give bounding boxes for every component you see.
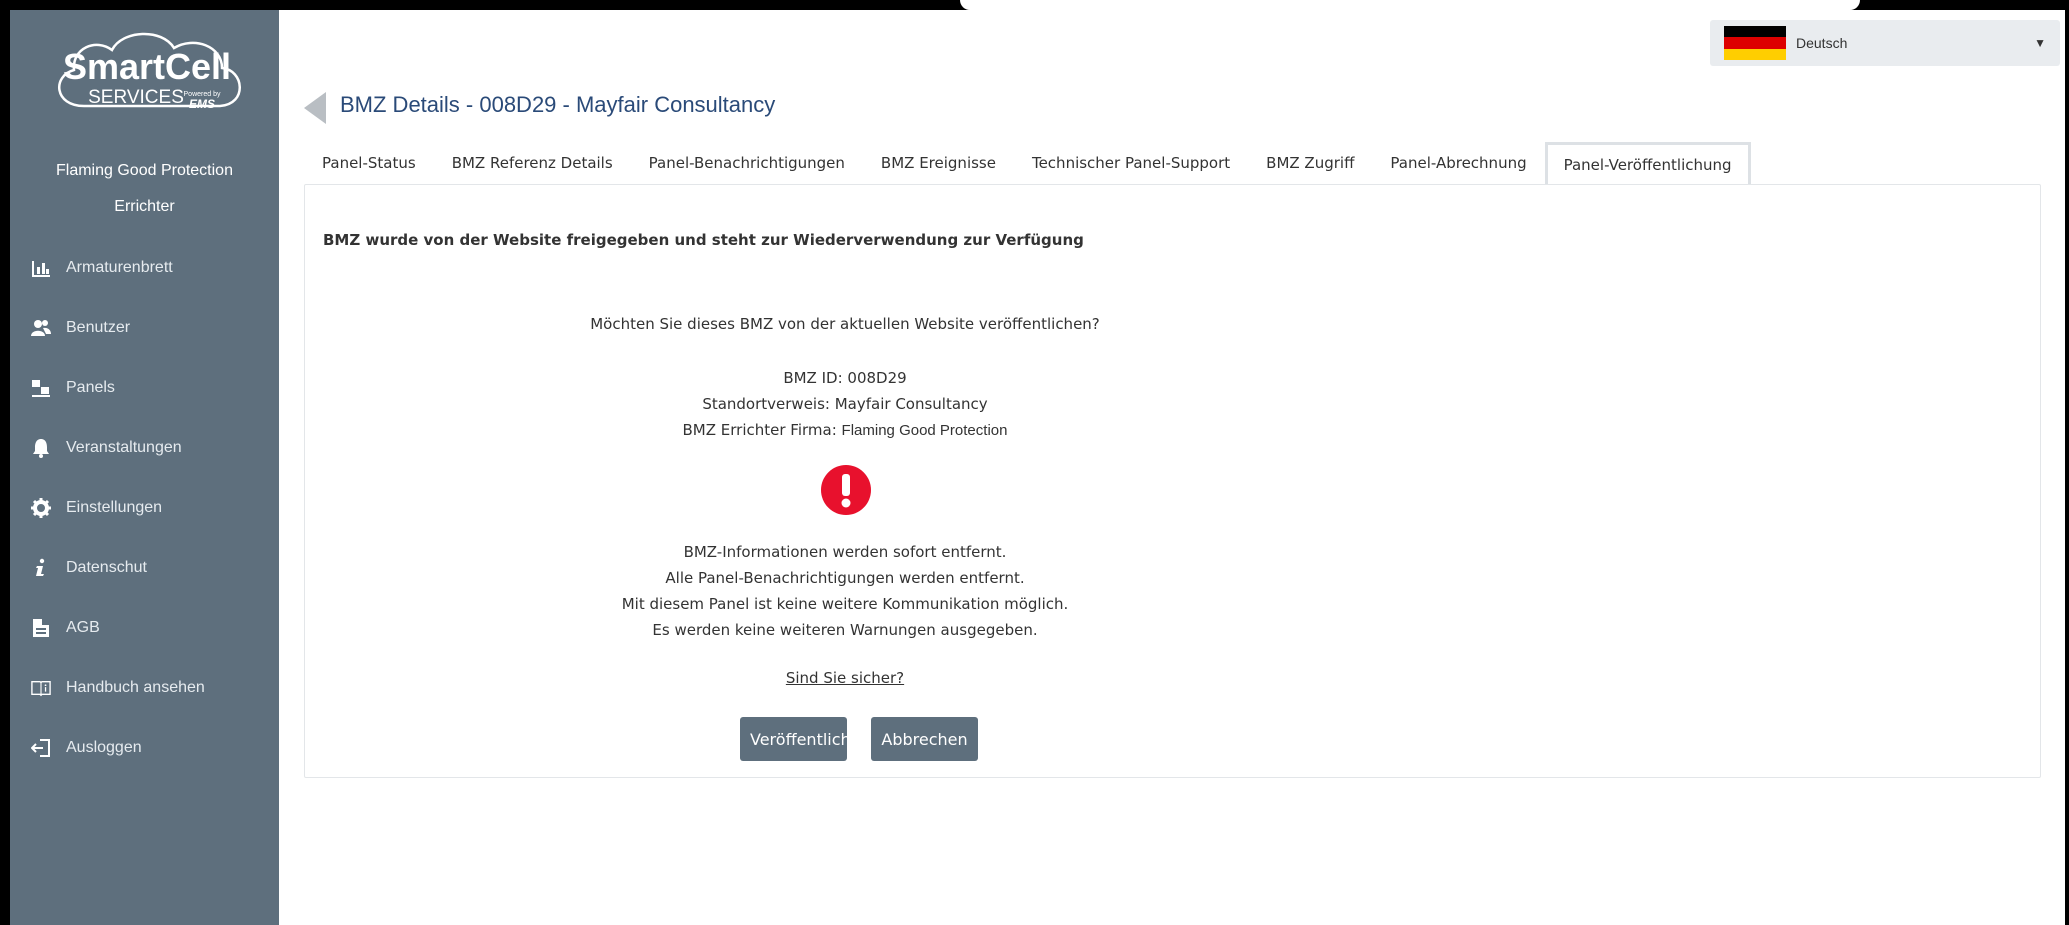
sidebar-item-label: Ausloggen (66, 739, 142, 756)
tab-panel-benachrichtigungen[interactable]: Panel-Benachrichtigungen (631, 142, 863, 184)
warning-line: BMZ-Informationen werden sofort entfernt… (683, 543, 1007, 561)
window-frame-left (0, 0, 10, 925)
publish-panel: BMZ wurde von der Website freigegeben un… (304, 184, 2041, 778)
sidebar-item-label: Armaturenbrett (66, 259, 173, 276)
sidebar-item-armaturenbrett[interactable]: Armaturenbrett (10, 238, 279, 298)
confirm-question: Sind Sie sicher? (785, 669, 905, 687)
manual-book-icon (30, 677, 52, 699)
user-role: Errichter (114, 198, 175, 215)
logout-icon (30, 737, 52, 759)
publish-button[interactable]: Veröffentlichen (740, 717, 847, 761)
sidebar-item-label: Einstellungen (66, 499, 163, 516)
back-arrow-icon[interactable] (304, 92, 326, 124)
tab-bmz-zugriff[interactable]: BMZ Zugriff (1248, 142, 1372, 184)
installer-label: BMZ Errichter Firma: (682, 421, 842, 439)
sidebar-item-agb[interactable]: AGB (10, 598, 279, 658)
sidebar-item-label: Panels (66, 379, 115, 396)
tab-panel-abrechnung[interactable]: Panel-Abrechnung (1372, 142, 1544, 184)
info-icon (30, 557, 52, 579)
bmz-id: BMZ ID: 008D29 (783, 369, 907, 387)
logo-main-text: SmartCell (63, 46, 231, 87)
tab-panel-veroeffentlichung[interactable]: Panel-Veröffentlichung (1544, 142, 1751, 184)
sidebar-item-label: Veranstaltungen (66, 439, 182, 456)
warning-line: Mit diesem Panel ist keine weitere Kommu… (621, 595, 1069, 613)
sidebar-item-einstellungen[interactable]: Einstellungen (10, 478, 279, 538)
bell-icon (30, 437, 52, 459)
company-name: Flaming Good Protection (56, 162, 233, 179)
sidebar: SmartCell SERVICES Powered by EMS Flamin… (10, 10, 279, 925)
sidebar-item-label: AGB (66, 619, 100, 636)
document-icon (30, 617, 52, 639)
bmz-info-block: BMZ ID: 008D29 Standortverweis: Mayfair … (505, 365, 1185, 444)
language-select[interactable]: Deutsch ▼ (1710, 20, 2060, 66)
dashboard-chart-icon (30, 257, 52, 279)
sidebar-nav: Armaturenbrett Benutzer Panels Veranstal… (10, 238, 279, 778)
gear-icon (30, 497, 52, 519)
language-select-value: Deutsch (1796, 35, 1848, 51)
germany-flag-icon (1724, 26, 1786, 60)
sidebar-item-label: Benutzer (66, 319, 131, 336)
warning-line: Alle Panel-Benachrichtigungen werden ent… (665, 569, 1025, 587)
sidebar-item-datenschut[interactable]: Datenschut (10, 538, 279, 598)
window-frame-right (2065, 0, 2069, 925)
panels-icon (30, 377, 52, 399)
publish-question: Möchten Sie dieses BMZ von der aktuellen… (590, 315, 1100, 333)
sidebar-item-label: Handbuch ansehen (66, 679, 205, 696)
tab-panel-status[interactable]: Panel-Status (304, 142, 434, 184)
users-icon (30, 317, 52, 339)
installer-line: BMZ Errichter Firma: Flaming Good Protec… (505, 417, 1185, 444)
sidebar-item-veranstaltungen[interactable]: Veranstaltungen (10, 418, 279, 478)
tab-bar: Panel-Status BMZ Referenz Details Panel-… (304, 142, 1751, 184)
tab-bmz-ereignisse[interactable]: BMZ Ereignisse (863, 142, 1014, 184)
smartcell-logo: SmartCell SERVICES Powered by EMS (58, 32, 241, 111)
exclamation-alert-icon (821, 465, 871, 515)
tab-bmz-referenz-details[interactable]: BMZ Referenz Details (434, 142, 631, 184)
caret-down-icon: ▼ (2034, 36, 2046, 50)
sidebar-item-ausloggen[interactable]: Ausloggen (10, 718, 279, 778)
sidebar-item-handbuch[interactable]: Handbuch ansehen (10, 658, 279, 718)
site-reference: Standortverweis: Mayfair Consultancy (702, 395, 988, 413)
panel-heading: BMZ wurde von der Website freigegeben un… (323, 231, 1084, 249)
installer-value: Flaming Good Protection (841, 422, 1008, 439)
cancel-button[interactable]: Abbrechen (871, 717, 978, 761)
logo-brand-text: EMS (189, 97, 215, 111)
page-title: BMZ Details - 008D29 - Mayfair Consultan… (340, 92, 776, 117)
logo-sub-text: SERVICES (88, 87, 184, 108)
warning-list: BMZ-Informationen werden sofort entfernt… (505, 539, 1185, 643)
sidebar-item-panels[interactable]: Panels (10, 358, 279, 418)
sidebar-item-benutzer[interactable]: Benutzer (10, 298, 279, 358)
tab-technischer-panel-support[interactable]: Technischer Panel-Support (1014, 142, 1248, 184)
warning-line: Es werden keine weiteren Warnungen ausge… (652, 621, 1038, 639)
sidebar-item-label: Datenschut (66, 559, 147, 576)
window-top-curve (960, 0, 1860, 10)
